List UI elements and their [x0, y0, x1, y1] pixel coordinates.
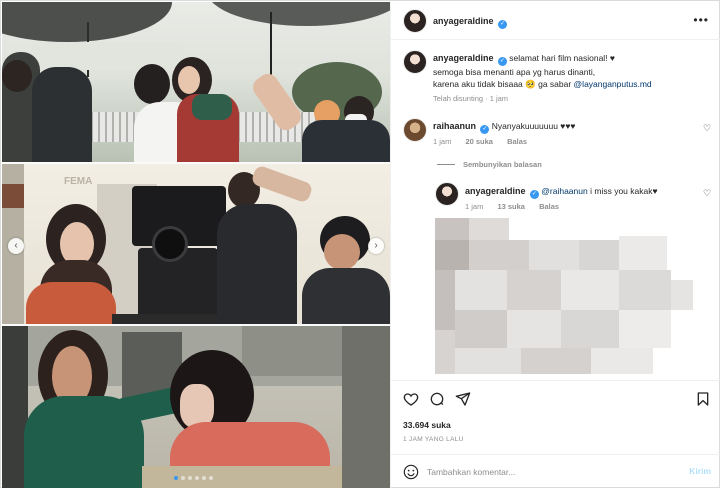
carousel-dot	[195, 476, 199, 480]
chevron-left-icon: ‹	[14, 240, 18, 251]
carousel-dot	[202, 476, 206, 480]
more-options-icon[interactable]: •••	[693, 13, 709, 27]
caption-line-2: semoga bisa menanti apa yg harus dinanti…	[433, 67, 596, 77]
reply-mention-link[interactable]: @raihaanun	[541, 186, 587, 196]
send-icon[interactable]	[455, 391, 471, 407]
comment-icon[interactable]	[429, 391, 445, 407]
carousel-next-button[interactable]: ›	[368, 238, 384, 254]
post-timestamp[interactable]: 1 JAM YANG LALU	[403, 436, 464, 443]
verified-badge-icon: ✓	[529, 190, 539, 199]
carousel-prev-button[interactable]: ‹	[8, 238, 24, 254]
caption-meta: Telah disunting · 1 jam	[433, 94, 520, 103]
heart-icon[interactable]	[403, 391, 419, 407]
post-media-carousel[interactable]: FEMA ‹ ›	[2, 2, 390, 488]
comment-input[interactable]	[427, 463, 677, 481]
verified-badge-icon: ✓	[480, 125, 490, 134]
comment-username[interactable]: raihaanun	[433, 121, 476, 131]
post-sidebar: anyageraldine ✓ ••• anyageraldine ✓ sela…	[390, 2, 720, 488]
reply-meta: 1 jam 13 suka Balas	[465, 202, 571, 211]
hide-replies-label: Sembunyikan balasan	[463, 160, 542, 169]
photo-panel-comfort	[2, 326, 390, 488]
post-actions: 33.694 suka 1 JAM YANG LALU	[391, 380, 720, 454]
comments-section: anyageraldine ✓ selamat hari film nasion…	[391, 40, 720, 380]
reply-text: i miss you kakak♥	[590, 186, 658, 196]
reply: anyageraldine ✓ @raihaanun i miss you ka…	[465, 185, 695, 199]
comment-text: Nyanyakuuuuuuu ♥♥♥	[491, 121, 576, 131]
reply-time: 1 jam	[465, 202, 484, 211]
verified-badge-icon: ✓	[497, 57, 507, 66]
comment-reply-button[interactable]: Balas	[507, 137, 527, 146]
send-comment-button[interactable]: Kirim	[689, 466, 711, 476]
carousel-dots	[174, 476, 213, 480]
photo-panel-camera: FEMA	[2, 164, 390, 324]
carousel-dot	[188, 476, 192, 480]
comment-like-heart-icon[interactable]: ♡	[703, 123, 711, 134]
comment-meta: 1 jam 20 suka Balas	[433, 137, 539, 146]
caption-line-1: selamat hari film nasional! ♥	[509, 53, 615, 63]
caption-mention-link[interactable]: @layanganputus.md	[574, 79, 652, 89]
comment-composer: Kirim	[391, 454, 720, 488]
reply-likes[interactable]: 13 suka	[497, 202, 525, 211]
carousel-dot	[181, 476, 185, 480]
photo-panel-hug	[2, 2, 390, 162]
caption: anyageraldine ✓ selamat hari film nasion…	[433, 52, 703, 90]
verified-badge-icon: ✓	[498, 20, 508, 29]
likes-count[interactable]: 33.694 suka	[403, 420, 451, 430]
avatar[interactable]	[403, 118, 427, 142]
comment-time: 1 jam	[433, 137, 452, 146]
chevron-right-icon: ›	[374, 240, 378, 251]
comment-likes[interactable]: 20 suka	[465, 137, 493, 146]
bookmark-icon[interactable]	[695, 391, 711, 407]
caption-line-3: karena aku tidak bisaaa 🥺 ga sabar	[433, 79, 572, 89]
divider-line	[437, 164, 455, 165]
author-username[interactable]: anyageraldine	[433, 16, 494, 26]
post-author: anyageraldine ✓	[433, 16, 508, 29]
reply-like-heart-icon[interactable]: ♡	[703, 188, 711, 199]
carousel-dot	[174, 476, 178, 480]
avatar[interactable]	[435, 182, 459, 206]
reply-reply-button[interactable]: Balas	[539, 202, 559, 211]
avatar[interactable]	[403, 9, 427, 33]
reply-username[interactable]: anyageraldine	[465, 186, 526, 196]
caption-edited-time: Telah disunting · 1 jam	[433, 94, 509, 103]
comment: raihaanun ✓ Nyanyakuuuuuuu ♥♥♥	[433, 120, 683, 134]
caption-username[interactable]: anyageraldine	[433, 53, 494, 63]
emoji-icon[interactable]	[403, 464, 419, 480]
hide-replies-button[interactable]: Sembunyikan balasan	[437, 160, 542, 169]
post-header: anyageraldine ✓ •••	[391, 2, 720, 40]
avatar[interactable]	[403, 50, 427, 74]
post-window: FEMA ‹ › anyageraldine ✓ ••• anyageraldi…	[0, 0, 720, 488]
carousel-dot	[209, 476, 213, 480]
